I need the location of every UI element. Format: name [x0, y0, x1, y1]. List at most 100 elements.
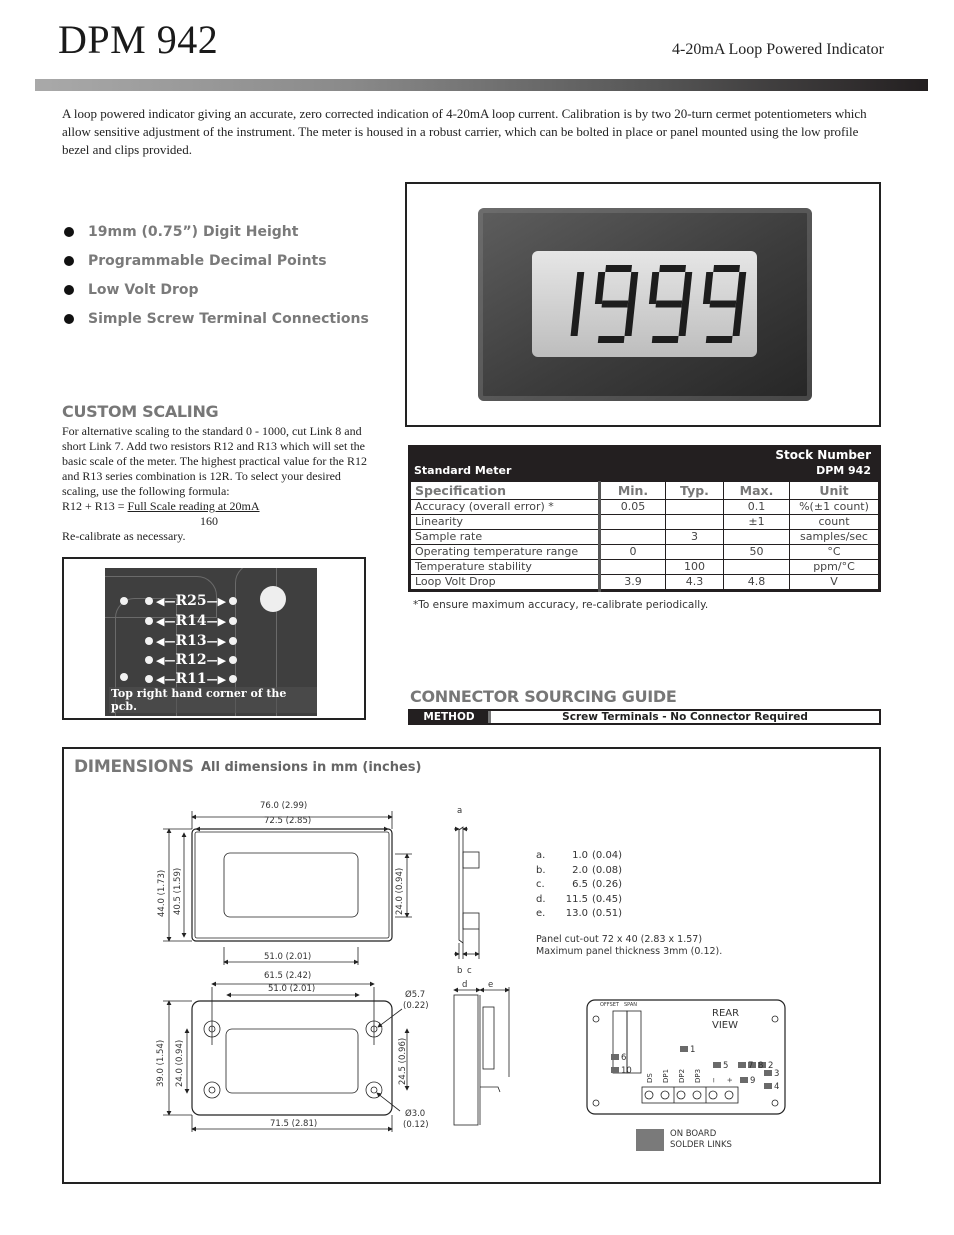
lcd-segment	[735, 272, 747, 304]
spec-name: Sample rate	[409, 529, 600, 545]
dim-key: e.	[536, 908, 546, 919]
pcb-pad	[145, 675, 153, 683]
side-view-drawing	[453, 826, 510, 1126]
spec-min	[598, 559, 666, 575]
solder-link	[764, 1083, 772, 1089]
spec-typ	[665, 499, 724, 515]
rear-view-drawing	[163, 981, 410, 1132]
pcb-photo-frame: ◀—R25—▶ ◀—R14—▶ ◀—R13—▶ ◀—R12—▶ ◀—R11—▶ …	[62, 557, 366, 720]
side-dimension-item: a. 1.0 (0.04)	[536, 849, 622, 864]
lcd-segment	[702, 272, 714, 304]
lcd-segment	[605, 265, 632, 272]
solder-link-legend-swatch	[636, 1129, 664, 1151]
spec-min	[598, 514, 666, 530]
lcd-display	[532, 251, 757, 357]
side-label-c: c	[467, 966, 472, 976]
solder-link	[713, 1062, 721, 1068]
solder-link-label: 8	[758, 1061, 763, 1071]
solder-link-label: 6	[621, 1053, 626, 1063]
spec-unit: ppm/°C	[789, 559, 880, 575]
solder-link	[611, 1067, 619, 1073]
dim-rear-window-h: 24.0 (0.94)	[175, 1040, 185, 1087]
side-label-b: b	[457, 966, 462, 976]
bullet-icon	[64, 313, 74, 324]
side-dimension-item: c. 6.5 (0.26)	[536, 878, 622, 893]
pcb-pad	[229, 597, 237, 605]
dimension-drawings: 76.0 (2.99) 72.5 (2.85) 44.0 (1.73) 40.5…	[156, 801, 786, 1132]
dim-rear-h-outer: 39.0 (1.54)	[156, 1040, 166, 1087]
col-max: Max.	[723, 481, 790, 500]
lcd-segment	[678, 304, 689, 336]
dim-front-window-w: 51.0 (2.01)	[264, 952, 311, 962]
lcd-segment	[651, 336, 679, 343]
stock-number: Stock Number DPM 942	[775, 447, 871, 479]
solder-link	[611, 1054, 619, 1060]
dim-front-w-inner: 72.5 (2.85)	[264, 816, 311, 826]
method-label: METHOD	[410, 711, 491, 723]
dim-front-w-outer: 76.0 (2.99)	[260, 801, 307, 811]
bullet-icon	[64, 284, 74, 295]
standard-meter-label: Standard Meter	[414, 464, 512, 477]
page-title: DPM 942	[58, 17, 219, 62]
custom-scaling-text: For alternative scaling to the standard …	[62, 424, 367, 498]
custom-scaling-title: CUSTOM SCALING	[62, 402, 219, 421]
lcd-segment	[681, 272, 693, 304]
front-view-drawing	[163, 811, 412, 965]
side-label-d: d	[462, 980, 467, 990]
terminal-label: DP1	[662, 1069, 670, 1083]
spec-max	[723, 529, 790, 545]
connector-guide-row: METHOD Screw Terminals - No Connector Re…	[408, 709, 881, 725]
dim-in: (0.08)	[592, 864, 623, 876]
spec-unit: %(±1 count)	[789, 499, 880, 515]
spec-typ: 100	[665, 559, 724, 575]
solder-link	[738, 1062, 746, 1068]
legend-line-1: ON BOARD	[670, 1129, 717, 1139]
header-gradient-bar	[35, 79, 928, 91]
terminal-label: DP2	[678, 1069, 686, 1083]
spec-max: 50	[723, 544, 790, 560]
spec-row: Loop Volt Drop 3.9 4.3 4.8 V	[409, 574, 880, 591]
lcd-segment	[573, 272, 585, 304]
spec-name: Operating temperature range	[409, 544, 600, 560]
dim-small-hole: Ø3.0	[405, 1108, 425, 1119]
panel-note: Panel cut-out 72 x 40 (2.83 x 1.57) Maxi…	[536, 934, 722, 958]
spec-min	[598, 529, 666, 545]
spec-row: Accuracy (overall error) * 0.05 0.1 %(±1 co…	[409, 499, 880, 515]
solder-link	[740, 1077, 748, 1083]
pcb-pad	[145, 617, 153, 625]
solder-link-label: 9	[750, 1076, 755, 1086]
feature-label: Programmable Decimal Points	[88, 252, 327, 269]
formula-numerator: Full Scale reading at 20mA	[127, 499, 260, 513]
pcb-pad	[229, 675, 237, 683]
spec-note: *To ensure maximum accuracy, re-calibrat…	[413, 599, 709, 611]
pcb-mounting-hole	[260, 586, 286, 612]
dim-key: a.	[536, 850, 546, 861]
spec-max	[723, 559, 790, 575]
lcd-segment	[570, 304, 581, 336]
dim-key: d.	[536, 893, 546, 905]
resistor-label-r25: ◀—R25—▶	[156, 593, 227, 609]
lcd-digit	[648, 265, 693, 343]
solder-link-label: 2	[768, 1061, 773, 1071]
lcd-segment	[732, 304, 743, 336]
pcb-caption: Top right hand corner of the pcb.	[109, 687, 317, 713]
dim-big-hole: Ø5.7	[405, 989, 425, 1000]
side-dimension-item: b. 2.0 (0.08)	[536, 864, 622, 879]
dim-front-h-outer: 44.0 (1.73)	[157, 870, 167, 917]
side-label-a: a	[457, 806, 462, 816]
solder-link-label: 7	[748, 1061, 753, 1071]
spec-max: 4.8	[723, 574, 790, 591]
custom-scaling-body: For alternative scaling to the standard …	[62, 424, 372, 544]
panel-cutout: Panel cut-out 72 x 40 (2.83 x 1.57)	[536, 934, 703, 945]
lcd-segment	[594, 272, 606, 304]
dim-in: (0.51)	[592, 908, 623, 919]
terminal-screw	[676, 1090, 686, 1100]
page-subtitle: 4-20mA Loop Powered Indicator	[672, 41, 884, 58]
terminal-label: +	[726, 1077, 734, 1083]
side-dimension-item: e. 13.0 (0.51)	[536, 907, 622, 922]
spec-name: Loop Volt Drop	[409, 574, 600, 591]
spec-typ	[665, 544, 724, 560]
pcb-pad	[229, 617, 237, 625]
formula-denominator: 160	[200, 514, 218, 528]
dim-big-hole-in: (0.22)	[403, 1001, 429, 1011]
